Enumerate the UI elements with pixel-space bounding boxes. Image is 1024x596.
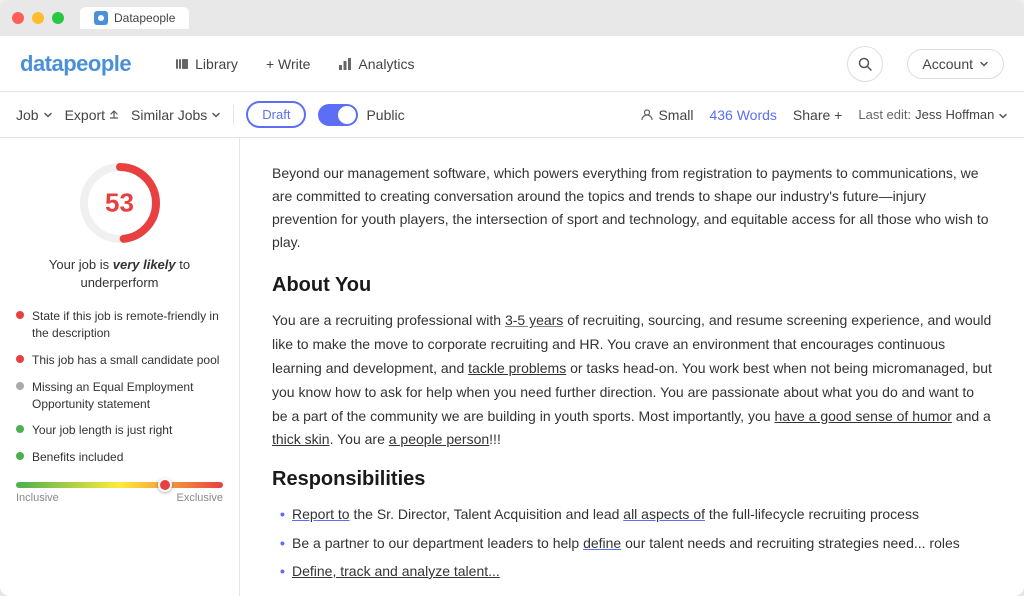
years-experience-link: 3-5 years [505,312,563,328]
sidebar: 53 Your job is very likely to underperfo… [0,138,240,596]
all-aspects-link: all aspects of [623,506,705,522]
public-label: Public [366,107,404,123]
public-toggle-container: Public [318,104,404,126]
define-track-link: Define, track and analyze talent... [292,563,500,579]
export-icon [109,110,119,120]
nav-library[interactable]: Library [163,50,250,78]
account-button[interactable]: Account [907,49,1004,79]
person-icon [640,108,654,122]
tab-title: Datapeople [114,11,175,25]
intro-paragraph: Beyond our management software, which po… [272,162,992,254]
similar-chevron-icon [211,110,221,120]
issue-item: Benefits included [16,449,223,466]
last-edit: Last edit: Jess Hoffman [858,107,1008,122]
nav-analytics[interactable]: Analytics [326,50,426,78]
resp-item: Define, track and analyze talent... [280,560,992,582]
toolbar: Job Export Similar Jobs Draft Public Sma… [0,92,1024,138]
issue-item: Your job length is just right [16,422,223,439]
maximize-button[interactable] [52,12,64,24]
library-icon [175,57,189,71]
author-chevron-icon [998,111,1008,121]
people-person-link: a people person [389,431,489,447]
issue-dot-green [16,425,24,433]
score-container: 53 Your job is very likely to underperfo… [16,158,223,292]
toolbar-right: Small 436 Words Share + Last edit: Jess … [640,107,1008,123]
word-count: 436 Words [709,107,776,123]
main-layout: 53 Your job is very likely to underperfo… [0,138,1024,596]
toolbar-divider [233,105,234,125]
draft-button[interactable]: Draft [246,101,306,128]
size-badge: Small [640,107,693,123]
responsibilities-list: Report to the Sr. Director, Talent Acqui… [272,503,992,582]
score-ring: 53 [75,158,165,248]
resp-item: Report to the Sr. Director, Talent Acqui… [280,503,992,525]
favicon-dot [98,15,104,21]
toggle-knob [338,106,356,124]
last-edit-author[interactable]: Jess Hoffman [915,107,1008,122]
similar-jobs-dropdown[interactable]: Similar Jobs [131,107,221,123]
issue-item: Missing an Equal Employment Opportunity … [16,379,223,413]
issue-dot-green [16,452,24,460]
top-nav: datapeople Library + Write Analytics Acc… [0,36,1024,92]
export-button[interactable]: Export [65,107,119,123]
resp-item: Be a partner to our department leaders t… [280,532,992,554]
about-paragraph: You are a recruiting professional with 3… [272,309,992,452]
app-window: Datapeople datapeople Library + Write An… [0,0,1024,596]
issue-item: This job has a small candidate pool [16,352,223,369]
search-button[interactable] [847,46,883,82]
slider-track [16,482,223,488]
issue-dot-gray [16,382,24,390]
nav-items: Library + Write Analytics [163,50,426,78]
job-dropdown[interactable]: Job [16,107,53,123]
browser-tab[interactable]: Datapeople [80,7,189,29]
share-button[interactable]: Share + [793,107,842,123]
chevron-down-icon [979,59,989,69]
slider-labels: Inclusive Exclusive [16,492,223,504]
tackle-problems-link: tackle problems [468,360,566,376]
score-label: Your job is very likely to underperform [16,256,223,292]
score-number: 53 [105,188,134,219]
close-button[interactable] [12,12,24,24]
nav-write[interactable]: + Write [254,50,322,78]
search-icon [857,56,873,72]
logo[interactable]: datapeople [20,51,131,77]
minimize-button[interactable] [32,12,44,24]
title-bar: Datapeople [0,0,1024,36]
slider-thumb[interactable] [158,478,172,492]
responsibilities-heading: Responsibilities [272,468,992,491]
good-humor-link: have a good sense of humor [774,408,951,424]
content-area[interactable]: Beyond our management software, which po… [240,138,1024,596]
analytics-icon [338,57,352,71]
tab-favicon [94,11,108,25]
thick-skin-link: thick skin [272,431,330,447]
define-link: define [583,535,621,551]
issues-list: State if this job is remote-friendly in … [16,308,223,466]
report-to-link: Report to [292,506,350,522]
job-chevron-icon [43,110,53,120]
bias-slider: Inclusive Exclusive [16,482,223,504]
issue-dot-red [16,311,24,319]
public-toggle[interactable] [318,104,358,126]
about-heading: About You [272,274,992,297]
issue-item: State if this job is remote-friendly in … [16,308,223,342]
issue-dot-red [16,355,24,363]
